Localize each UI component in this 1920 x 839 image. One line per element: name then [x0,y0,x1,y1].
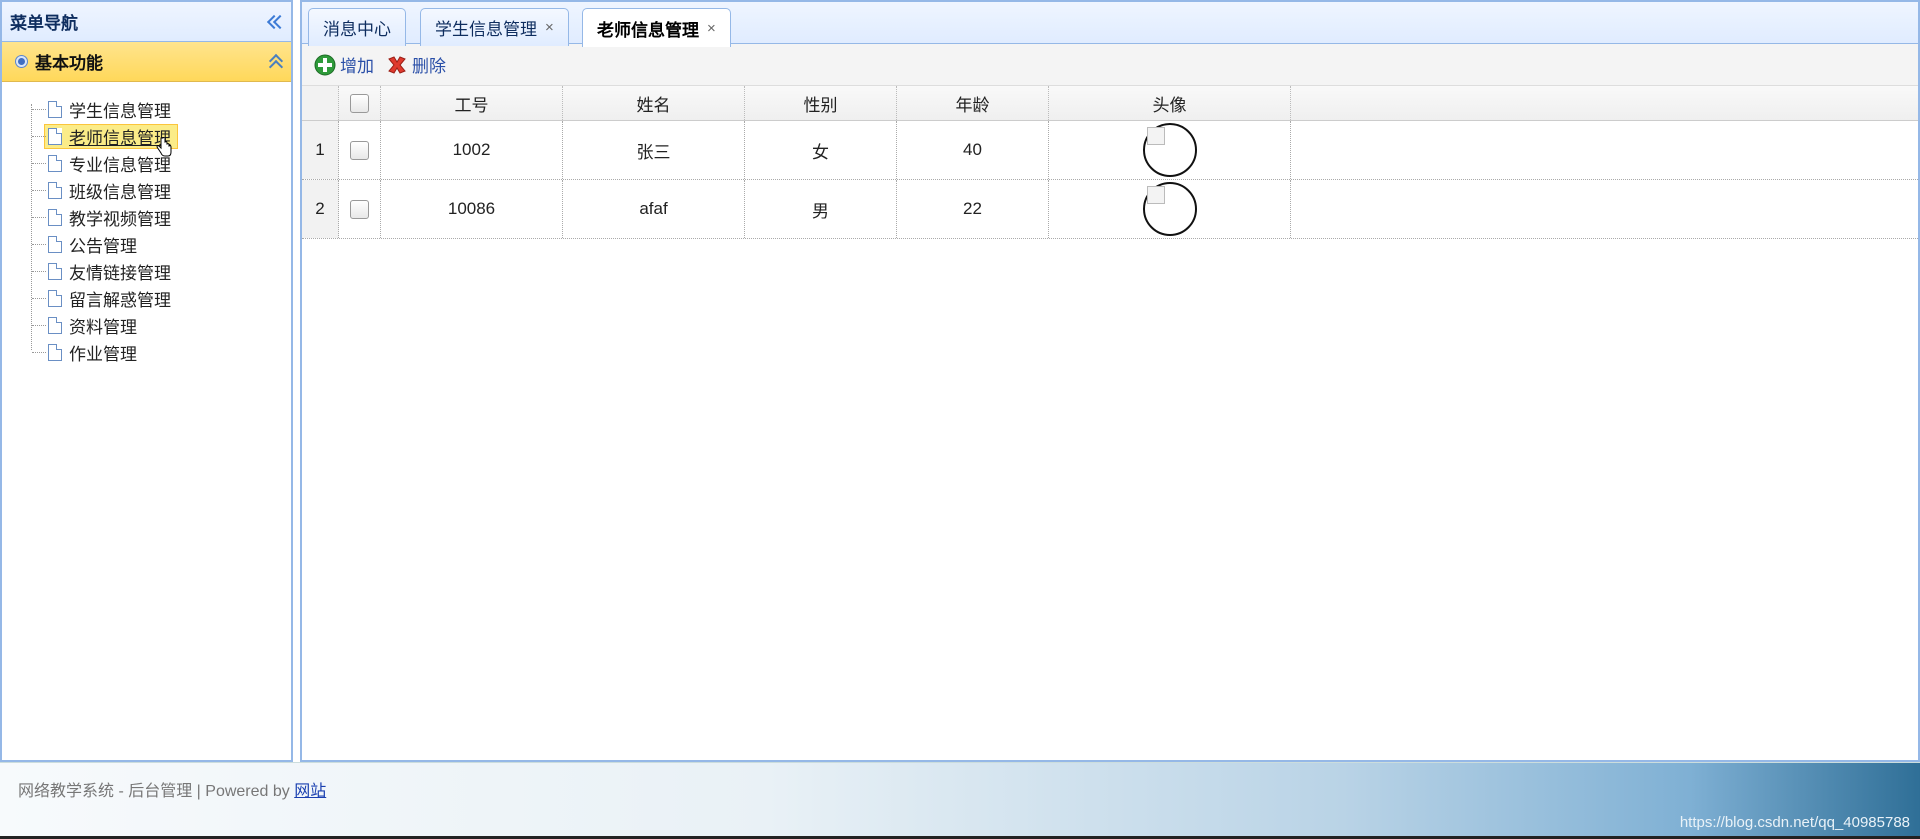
file-icon [48,344,62,361]
panel-title: 基本功能 [35,54,103,73]
row-checkbox[interactable] [350,199,369,219]
file-icon [48,128,62,145]
cell-name: afaf [563,180,745,238]
sidebar-header: 菜单导航 [2,2,291,42]
row-check-cell [339,180,381,238]
file-icon [48,317,62,334]
tab-message-center[interactable]: 消息中心 [308,8,406,46]
file-icon [48,263,62,280]
table-row[interactable]: 1 1002 张三 女 40 [302,121,1918,180]
menu-item-video[interactable]: 教学视频管理 [30,204,291,231]
sidebar-title: 菜单导航 [10,14,78,33]
footer-copy: 网络教学系统 - 后台管理 | Powered by [18,783,295,800]
footer-link[interactable]: 网站 [294,783,326,800]
select-all-cell [339,86,381,120]
add-icon [314,54,336,75]
row-number: 2 [302,180,339,238]
menu-item-label: 公告管理 [69,237,137,256]
avatar [1142,123,1197,177]
menu-item-label: 作业管理 [69,345,137,364]
add-button[interactable]: 增加 [314,52,374,77]
file-icon [48,182,62,199]
cell-id: 10086 [381,180,563,238]
cell-sex: 女 [745,121,897,179]
menu-item-links[interactable]: 友情链接管理 [30,258,291,285]
menu-item-materials[interactable]: 资料管理 [30,312,291,339]
file-icon [48,101,62,118]
menu-item-homework[interactable]: 作业管理 [30,339,291,366]
add-label: 增加 [340,57,374,76]
menu-tree: 学生信息管理 老师信息管理 专业信息管理 班级信息管理 教学视频管理 公告管理 [2,82,291,366]
menu-item-student[interactable]: 学生信息管理 [30,96,291,123]
collapse-up-icon[interactable] [267,53,283,71]
cell-age: 22 [897,180,1049,238]
menu-item-label: 班级信息管理 [69,183,171,202]
file-icon [48,209,62,226]
cell-age: 40 [897,121,1049,179]
menu-item-major[interactable]: 专业信息管理 [30,150,291,177]
select-all-checkbox[interactable] [350,93,369,113]
menu-item-teacher[interactable]: 老师信息管理 [30,123,291,157]
tab-teacher-info[interactable]: 老师信息管理 × [582,8,731,47]
bullet-icon [16,56,27,67]
tab-label: 老师信息管理 [597,20,699,40]
row-number-header [302,86,339,120]
cell-id: 1002 [381,121,563,179]
file-icon [48,290,62,307]
cell-sex: 男 [745,180,897,238]
tab-student-info[interactable]: 学生信息管理 × [420,8,569,46]
column-header-name[interactable]: 姓名 [563,86,745,120]
collapse-left-icon[interactable] [265,13,283,31]
tab-label: 消息中心 [323,20,391,39]
menu-item-label: 专业信息管理 [69,156,171,175]
delete-icon [388,55,406,74]
row-checkbox[interactable] [350,140,369,160]
watermark: https://blog.csdn.net/qq_40985788 [1679,814,1910,831]
menu-item-class[interactable]: 班级信息管理 [30,177,291,204]
delete-label: 删除 [412,57,446,76]
menu-item-messages[interactable]: 留言解惑管理 [30,285,291,312]
footer-text: 网络教学系统 - 后台管理 | Powered by 网站 [18,777,326,801]
tab-label: 学生信息管理 [435,20,537,39]
table-row[interactable]: 2 10086 afaf 男 22 [302,180,1918,239]
menu-item-label: 教学视频管理 [69,210,171,229]
tab-bar: 消息中心 学生信息管理 × 老师信息管理 × [302,0,1918,47]
menu-item-label: 友情链接管理 [69,264,171,283]
menu-item-notice[interactable]: 公告管理 [30,231,291,258]
menu-item-label: 资料管理 [69,318,137,337]
cell-name: 张三 [563,121,745,179]
column-header-id[interactable]: 工号 [381,86,563,120]
panel-header-basic[interactable]: 基本功能 [2,42,291,82]
broken-image-icon [1146,127,1165,145]
avatar [1142,182,1197,236]
file-icon [48,155,62,172]
row-check-cell [339,121,381,179]
close-icon[interactable]: × [545,19,554,36]
delete-button[interactable]: 删除 [386,52,446,77]
cell-avatar [1049,180,1291,238]
grid-header: 工号 姓名 性别 年龄 头像 [302,86,1918,121]
sidebar: 菜单导航 基本功能 学生信息管理 老师信息管理 专业信息管理 班级信息管理 教学… [0,0,293,762]
menu-item-label: 学生信息管理 [69,102,171,121]
broken-image-icon [1146,186,1165,204]
row-number: 1 [302,121,339,179]
footer: 网络教学系统 - 后台管理 | Powered by 网站 https://bl… [0,762,1920,839]
menu-item-label: 留言解惑管理 [69,291,171,310]
file-icon [48,236,62,253]
main-panel: 消息中心 学生信息管理 × 老师信息管理 × 增加 删除 工号 姓名 性别 年龄… [300,0,1920,762]
column-header-sex[interactable]: 性别 [745,86,897,120]
cell-avatar [1049,121,1291,179]
column-header-avatar[interactable]: 头像 [1049,86,1291,120]
toolbar: 增加 删除 [302,44,1918,86]
column-header-age[interactable]: 年龄 [897,86,1049,120]
close-icon[interactable]: × [707,20,716,37]
